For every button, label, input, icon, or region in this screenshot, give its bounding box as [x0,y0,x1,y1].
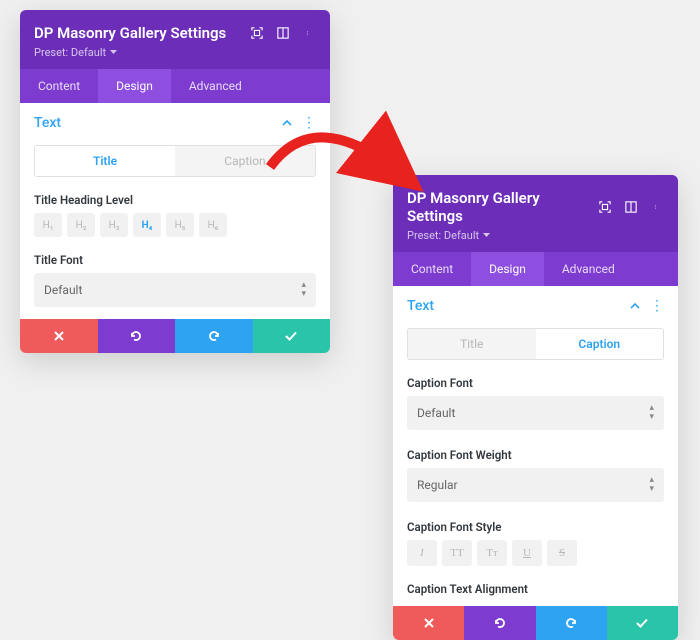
redo-button[interactable] [536,606,607,640]
panel-header: DP Masonry Gallery Settings Preset: Defa… [393,175,678,252]
caption-font-label: Caption Font [393,370,678,396]
title-font-value: Default [44,283,82,297]
heading-level-h3[interactable]: H₃ [100,213,128,237]
settings-panel-title-view: DP Masonry Gallery Settings Preset: Defa… [20,10,330,353]
style-underline[interactable]: U [512,540,542,566]
title-font-label: Title Font [20,247,330,273]
panel-header: DP Masonry Gallery Settings Preset: Defa… [20,10,330,69]
settings-panel-caption-view: DP Masonry Gallery Settings Preset: Defa… [393,175,678,640]
heading-level-h1[interactable]: H₁ [34,213,62,237]
caption-font-weight-select[interactable]: Regular ▴▾ [407,468,664,502]
subtab-caption[interactable]: Caption [175,146,315,176]
section-header-text[interactable]: Text ⋮ [393,286,678,322]
tab-design[interactable]: Design [98,69,171,103]
panel-title: DP Masonry Gallery Settings [407,189,598,225]
heading-level-h4[interactable]: H₄ [133,213,161,237]
heading-level-group: H₁ H₂ H₃ H₄ H₅ H₆ [20,213,330,247]
caption-font-weight-value: Regular [417,478,458,492]
title-font-select[interactable]: Default ▴▾ [34,273,316,307]
section-header-text[interactable]: Text ⋮ [20,103,330,139]
font-style-group: I TT Tᴛ U S [393,540,678,576]
preset-label: Preset: Default [34,46,106,59]
select-caret-icon: ▴▾ [301,281,306,299]
columns-icon[interactable] [276,26,290,40]
focus-icon[interactable] [250,26,264,40]
action-bar [20,319,330,353]
columns-icon[interactable] [624,200,638,214]
style-italic[interactable]: I [407,540,437,566]
section-more-icon[interactable]: ⋮ [650,298,664,314]
heading-level-h6[interactable]: H₆ [199,213,227,237]
caption-font-weight-label: Caption Font Weight [393,442,678,468]
redo-button[interactable] [175,319,253,353]
style-smallcaps[interactable]: Tᴛ [477,540,507,566]
main-tabs: Content Design Advanced [20,69,330,103]
select-caret-icon: ▴▾ [649,404,654,422]
chevron-up-icon[interactable] [630,301,640,311]
chevron-down-icon [483,233,490,238]
tab-content[interactable]: Content [20,69,98,103]
tab-advanced[interactable]: Advanced [171,69,260,103]
focus-icon[interactable] [598,200,612,214]
section-title: Text [34,115,61,131]
undo-button[interactable] [464,606,535,640]
tab-advanced[interactable]: Advanced [544,252,633,286]
preset-selector[interactable]: Preset: Default [34,46,316,59]
tab-content[interactable]: Content [393,252,471,286]
subtabs: Title Caption [407,328,664,360]
subtab-title[interactable]: Title [408,329,536,359]
cancel-button[interactable] [393,606,464,640]
select-caret-icon: ▴▾ [649,476,654,494]
more-icon[interactable] [650,200,664,214]
title-heading-level-label: Title Heading Level [20,187,330,213]
subtab-caption[interactable]: Caption [536,329,664,359]
panel-title: DP Masonry Gallery Settings [34,24,226,42]
caption-font-value: Default [417,406,455,420]
cancel-button[interactable] [20,319,98,353]
section-more-icon[interactable]: ⋮ [302,115,316,131]
tab-design[interactable]: Design [471,252,544,286]
save-button[interactable] [607,606,678,640]
more-icon[interactable] [302,26,316,40]
caption-font-select[interactable]: Default ▴▾ [407,396,664,430]
caption-text-alignment-label: Caption Text Alignment [393,576,678,606]
save-button[interactable] [253,319,331,353]
undo-button[interactable] [98,319,176,353]
caption-font-style-label: Caption Font Style [393,514,678,540]
preset-selector[interactable]: Preset: Default [407,229,664,242]
style-uppercase[interactable]: TT [442,540,472,566]
chevron-down-icon [110,50,117,55]
subtabs: Title Caption [34,145,316,177]
style-strikethrough[interactable]: S [547,540,577,566]
subtab-title[interactable]: Title [35,146,175,176]
heading-level-h5[interactable]: H₅ [166,213,194,237]
heading-level-h2[interactable]: H₂ [67,213,95,237]
section-title: Text [407,298,434,314]
main-tabs: Content Design Advanced [393,252,678,286]
action-bar [393,606,678,640]
chevron-up-icon[interactable] [282,118,292,128]
preset-label: Preset: Default [407,229,479,242]
